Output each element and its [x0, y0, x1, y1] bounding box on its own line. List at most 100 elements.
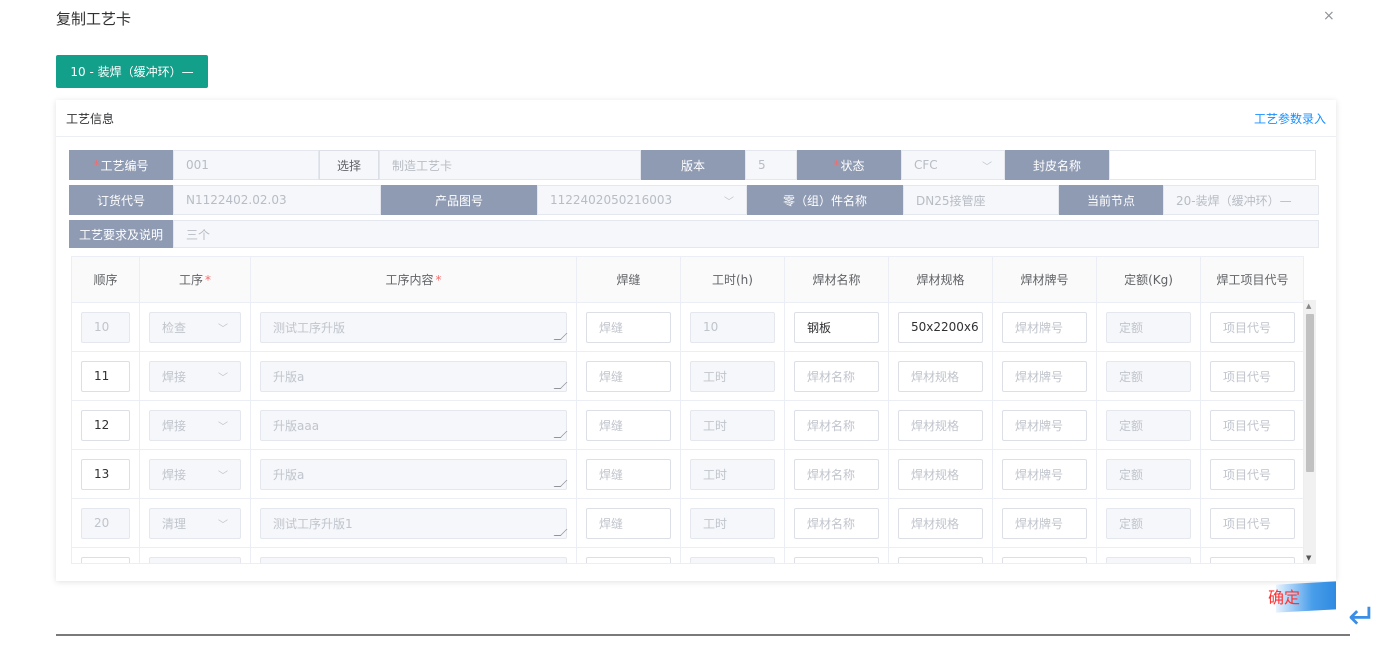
cover-name-label: 封皮名称	[1005, 150, 1109, 180]
chevron-down-icon: ﹀	[218, 372, 228, 384]
chevron-down-icon: ﹀	[982, 161, 992, 173]
seq-input[interactable]: 10	[81, 311, 130, 343]
hours-input[interactable]: 工时	[690, 507, 775, 539]
content-textarea[interactable]: 测试工序升版1	[260, 507, 567, 539]
mat-name-input[interactable]: 焊材名称	[794, 409, 879, 441]
weld-input[interactable]: 焊缝	[586, 311, 671, 343]
craft-params-link[interactable]: 工艺参数录入	[1254, 110, 1326, 127]
table-row: 12 焊接 ﹀ 升版aaa 焊缝 工时 焊材名称 焊材规格 焊材牌号 定额 项目代…	[72, 401, 1303, 450]
proc-select[interactable]: 检查 ﹀	[149, 311, 241, 343]
select-button[interactable]: 选择	[319, 150, 379, 180]
status-select[interactable]: CFC ﹀	[901, 150, 1005, 180]
mat-spec-input[interactable]	[898, 556, 983, 563]
scroll-up-icon[interactable]: ▲	[1306, 302, 1311, 310]
version-label: 版本	[641, 150, 745, 180]
hours-input[interactable]: 工时	[690, 360, 775, 392]
table-row: 13 焊接 ﹀ 升版a 焊缝 工时 焊材名称 焊材规格 焊材牌号 定额 项目代号	[72, 450, 1303, 499]
quota-input[interactable]: 定额	[1106, 409, 1191, 441]
proc-select[interactable]: 焊接 ﹀	[149, 409, 241, 441]
close-icon[interactable]: ×	[1323, 8, 1335, 24]
quota-input[interactable]: 定额	[1106, 507, 1191, 539]
hours-input[interactable]: 工时	[690, 458, 775, 490]
table-scrollbar[interactable]: ▲ ▼	[1304, 300, 1316, 564]
seq-input[interactable]: 20	[81, 507, 130, 539]
chevron-down-icon: ﹀	[218, 470, 228, 482]
req-field[interactable]: 三个	[173, 220, 1319, 248]
mat-spec-input[interactable]: 焊材规格	[898, 360, 983, 392]
part-name-label: 零（组）件名称	[747, 185, 903, 215]
mat-brand-input[interactable]	[1002, 556, 1087, 563]
content-textarea[interactable]: 测试工序升版	[260, 311, 567, 343]
quota-input[interactable]: 定额	[1106, 458, 1191, 490]
form-row-3: 工艺要求及说明 三个	[69, 220, 1319, 248]
weld-input[interactable]	[586, 556, 671, 563]
col-mat-brand: 焊材牌号	[993, 257, 1097, 302]
craft-info-panel: 工艺信息 工艺参数录入 * 工艺编号 001 选择 制造工艺卡 版本 5 * 状态 …	[56, 100, 1336, 581]
weld-input[interactable]: 焊缝	[586, 458, 671, 490]
weld-input[interactable]: 焊缝	[586, 360, 671, 392]
node-field[interactable]: 20-装焊（缓冲环）—	[1163, 185, 1319, 215]
scroll-down-icon[interactable]: ▼	[1306, 554, 1311, 562]
col-hours: 工时(h)	[681, 257, 785, 302]
weld-input[interactable]: 焊缝	[586, 507, 671, 539]
project-input[interactable]	[1210, 556, 1295, 563]
proc-select[interactable]: 焊接 ﹀	[149, 360, 241, 392]
quota-input[interactable]	[1106, 556, 1191, 563]
hours-input[interactable]	[690, 556, 775, 563]
hours-input[interactable]: 工时	[690, 409, 775, 441]
mat-brand-input[interactable]: 焊材牌号	[1002, 507, 1087, 539]
mat-spec-input[interactable]: 焊材规格	[898, 409, 983, 441]
project-input[interactable]: 项目代号	[1210, 409, 1295, 441]
mat-brand-input[interactable]: 焊材牌号	[1002, 409, 1087, 441]
content-textarea[interactable]: 升版aaa	[260, 409, 567, 441]
chevron-down-icon: ﹀	[218, 421, 228, 433]
project-input[interactable]: 项目代号	[1210, 507, 1295, 539]
seq-input[interactable]: 11	[81, 360, 130, 392]
seq-input[interactable]: 13	[81, 458, 130, 490]
cover-name-field[interactable]	[1109, 150, 1316, 180]
content-textarea[interactable]: 升版a	[260, 458, 567, 490]
craft-no-field[interactable]: 001	[173, 150, 319, 180]
col-proc: 工序 *	[140, 257, 251, 302]
seq-input[interactable]	[81, 556, 130, 563]
mat-brand-input[interactable]: 焊材牌号	[1002, 458, 1087, 490]
weld-input[interactable]: 焊缝	[586, 409, 671, 441]
mat-name-input[interactable]: 焊材名称	[794, 360, 879, 392]
version-field[interactable]: 5	[745, 150, 797, 180]
tab-process-10[interactable]: 10 - 装焊（缓冲环）—	[56, 55, 208, 88]
content-textarea[interactable]	[260, 556, 567, 563]
mat-name-input[interactable]: 焊材名称	[794, 507, 879, 539]
project-input[interactable]: 项目代号	[1210, 458, 1295, 490]
proc-select[interactable]	[149, 556, 241, 563]
mat-brand-input[interactable]: 焊材牌号	[1002, 360, 1087, 392]
chevron-down-icon: ﹀	[218, 323, 228, 335]
mat-name-input[interactable]: 焊材名称	[794, 458, 879, 490]
node-label: 当前节点	[1059, 185, 1163, 215]
confirm-button[interactable]: 确定	[1266, 580, 1336, 613]
proc-select[interactable]: 焊接 ﹀	[149, 458, 241, 490]
project-input[interactable]: 项目代号	[1210, 311, 1295, 343]
scrollbar-thumb[interactable]	[1306, 314, 1314, 472]
quota-input[interactable]: 定额	[1106, 360, 1191, 392]
mat-name-input[interactable]	[794, 556, 879, 563]
part-name-field[interactable]: DN25接管座	[903, 185, 1059, 215]
confirm-label: 确定	[1268, 588, 1301, 607]
enter-icon: ↵	[1348, 597, 1377, 637]
hours-input[interactable]: 10	[690, 311, 775, 343]
proc-select[interactable]: 清理 ﹀	[149, 507, 241, 539]
craft-no-label: * 工艺编号	[69, 150, 173, 180]
panel-header: 工艺信息 工艺参数录入	[56, 100, 1336, 137]
mat-spec-input[interactable]: 焊材规格	[898, 507, 983, 539]
order-no-field[interactable]: N1122402.02.03	[173, 185, 381, 215]
mat-spec-input[interactable]: 50x2200x6	[898, 311, 983, 343]
product-no-select[interactable]: 1122402050216003 ﹀	[537, 185, 747, 215]
card-name-field[interactable]: 制造工艺卡	[379, 150, 641, 180]
content-textarea[interactable]: 升版a	[260, 360, 567, 392]
seq-input[interactable]: 12	[81, 409, 130, 441]
mat-spec-input[interactable]: 焊材规格	[898, 458, 983, 490]
project-input[interactable]: 项目代号	[1210, 360, 1295, 392]
mat-brand-input[interactable]: 焊材牌号	[1002, 311, 1087, 343]
mat-name-input[interactable]: 钢板	[794, 311, 879, 343]
form-row-1: * 工艺编号 001 选择 制造工艺卡 版本 5 * 状态 CFC ﹀ 封皮名称	[69, 150, 1316, 180]
quota-input[interactable]: 定额	[1106, 311, 1191, 343]
